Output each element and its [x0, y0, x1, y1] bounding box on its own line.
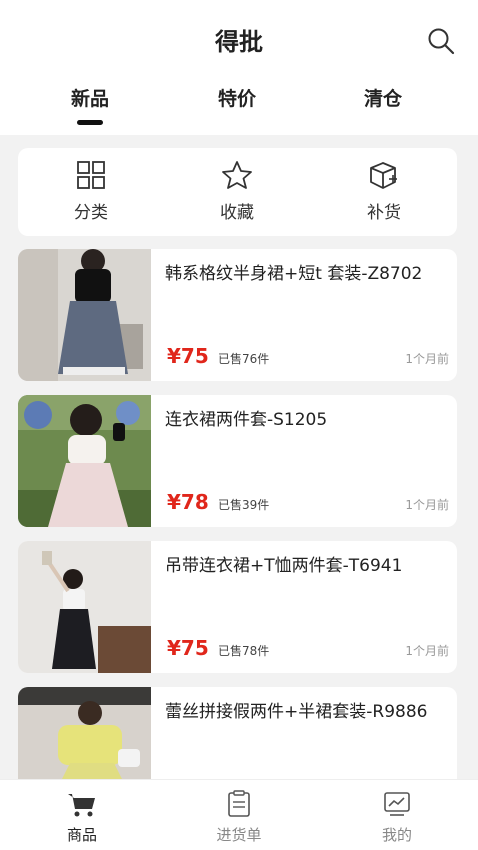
search-button[interactable] — [426, 26, 456, 56]
product-card[interactable]: 连衣裙两件套-S1205 ¥78 已售39件 1个月前 — [18, 395, 457, 527]
nav-label: 进货单 — [216, 826, 262, 844]
product-image — [18, 249, 151, 381]
cart-icon — [68, 794, 95, 817]
product-time: 1个月前 — [405, 644, 449, 658]
active-tab-indicator — [77, 120, 103, 125]
tab-bar: 新品 特价 清仓 — [0, 84, 478, 128]
nav-label: 商品 — [66, 826, 97, 844]
product-card[interactable]: 蕾丝拼接假两件+半裙套装-R9886 — [18, 687, 457, 779]
restock-button[interactable]: 补货 — [334, 160, 434, 223]
chart-monitor-icon — [384, 792, 410, 816]
nav-me[interactable]: 我的 — [347, 790, 447, 845]
product-price: ¥75 — [167, 636, 209, 660]
product-image — [18, 395, 151, 527]
grid-icon — [77, 161, 105, 189]
page-title: 得批 — [215, 28, 263, 56]
product-name: 蕾丝拼接假两件+半裙套装-R9886 — [165, 702, 428, 722]
product-name: 连衣裙两件套-S1205 — [165, 410, 328, 430]
product-sold-count: 已售76件 — [218, 352, 270, 366]
product-time: 1个月前 — [405, 352, 449, 366]
product-time: 1个月前 — [405, 498, 449, 512]
product-sold-count: 已售39件 — [218, 498, 270, 512]
search-icon — [428, 28, 455, 55]
product-price: ¥75 — [167, 344, 209, 368]
favorites-label: 收藏 — [220, 203, 254, 223]
product-image — [18, 541, 151, 673]
tab-special-price[interactable]: 特价 — [187, 84, 287, 111]
nav-purchase-list[interactable]: 进货单 — [189, 790, 289, 845]
product-image — [18, 687, 151, 779]
quick-actions-card: 分类 收藏 补货 — [18, 148, 457, 236]
nav-label: 我的 — [381, 826, 412, 844]
header: 得批 新品 特价 清仓 — [0, 0, 478, 135]
category-button[interactable]: 分类 — [41, 160, 141, 223]
tab-label: 清仓 — [363, 88, 402, 110]
product-name: 吊带连衣裙+T恤两件套-T6941 — [165, 556, 403, 576]
product-card[interactable]: 韩系格纹半身裙+短t 套装-Z8702 ¥75 已售76件 1个月前 — [18, 249, 457, 381]
app-root: 得批 新品 特价 清仓 分类 收藏 补货 韩系格纹半身裙+短t 套装-Z8702… — [0, 0, 478, 850]
tab-label: 特价 — [217, 88, 256, 110]
tab-new[interactable]: 新品 — [40, 84, 140, 125]
nav-products[interactable]: 商品 — [32, 790, 132, 845]
category-label: 分类 — [74, 203, 108, 223]
bottom-nav: 商品 进货单 我的 — [0, 779, 478, 850]
tab-clearance[interactable]: 清仓 — [333, 84, 433, 111]
box-plus-icon — [370, 162, 397, 189]
product-name: 韩系格纹半身裙+短t 套装-Z8702 — [165, 264, 423, 284]
product-card[interactable]: 吊带连衣裙+T恤两件套-T6941 ¥75 已售78件 1个月前 — [18, 541, 457, 673]
restock-label: 补货 — [367, 203, 401, 223]
favorites-button[interactable]: 收藏 — [187, 160, 287, 223]
star-icon — [222, 161, 252, 189]
tab-label: 新品 — [70, 88, 109, 110]
product-price: ¥78 — [167, 490, 209, 514]
clipboard-icon — [228, 790, 250, 817]
product-sold-count: 已售78件 — [218, 644, 270, 658]
